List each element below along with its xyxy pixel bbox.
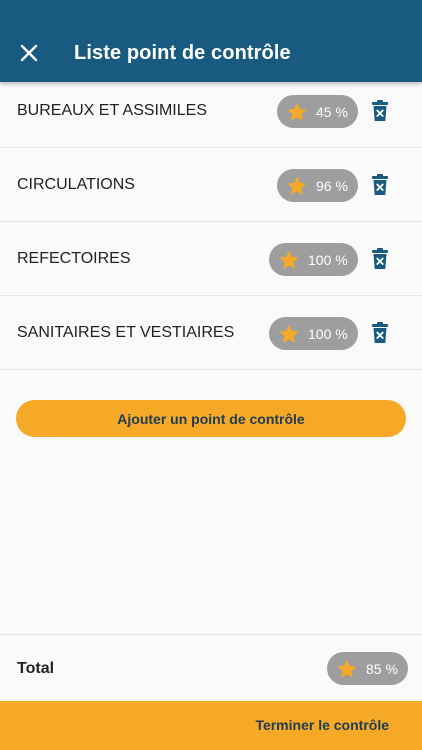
delete-icon[interactable] xyxy=(370,248,390,270)
score-badge: 45 % xyxy=(277,95,358,128)
score-badge: 100 % xyxy=(269,243,358,276)
list-item[interactable]: CIRCULATIONS 96 % xyxy=(0,148,422,222)
list-item[interactable]: REFECTOIRES 100 % xyxy=(0,222,422,296)
list-item-label: CIRCULATIONS xyxy=(17,176,135,193)
list-item[interactable]: BUREAUX ET ASSIMILES 45 % xyxy=(0,74,422,148)
add-checkpoint-button[interactable]: Ajouter un point de contrôle xyxy=(16,400,406,437)
score-value: 45 % xyxy=(316,103,348,120)
app-bar: Liste point de contrôle xyxy=(0,0,422,82)
list-item-label: BUREAUX ET ASSIMILES xyxy=(17,102,207,119)
star-icon xyxy=(279,324,299,343)
footer-bar: Terminer le contrôle xyxy=(0,701,422,750)
list-item[interactable]: SANITAIRES ET VESTIAIRES 100 % xyxy=(0,296,422,370)
star-icon xyxy=(287,176,307,195)
checkpoint-list: BUREAUX ET ASSIMILES 45 % CIRCULATIONS 9… xyxy=(0,74,422,370)
total-label: Total xyxy=(17,660,55,677)
total-score-badge: 85 % xyxy=(327,652,408,685)
finish-control-button[interactable]: Terminer le contrôle xyxy=(255,701,389,750)
close-button[interactable] xyxy=(14,38,44,68)
score-value: 96 % xyxy=(316,177,348,194)
total-score-value: 85 % xyxy=(366,660,398,677)
star-icon xyxy=(337,659,357,678)
list-item-label: REFECTOIRES xyxy=(17,250,131,267)
page-title: Liste point de contrôle xyxy=(74,42,291,64)
score-value: 100 % xyxy=(308,251,348,268)
list-item-label: SANITAIRES ET VESTIAIRES xyxy=(17,324,235,341)
close-icon xyxy=(20,44,38,62)
score-badge: 100 % xyxy=(269,317,358,350)
star-icon xyxy=(279,250,299,269)
delete-icon[interactable] xyxy=(370,174,390,196)
score-badge: 96 % xyxy=(277,169,358,202)
delete-icon[interactable] xyxy=(370,100,390,122)
score-value: 100 % xyxy=(308,325,348,342)
star-icon xyxy=(287,102,307,121)
delete-icon[interactable] xyxy=(370,322,390,344)
total-bar: Total 85 % xyxy=(0,634,422,701)
